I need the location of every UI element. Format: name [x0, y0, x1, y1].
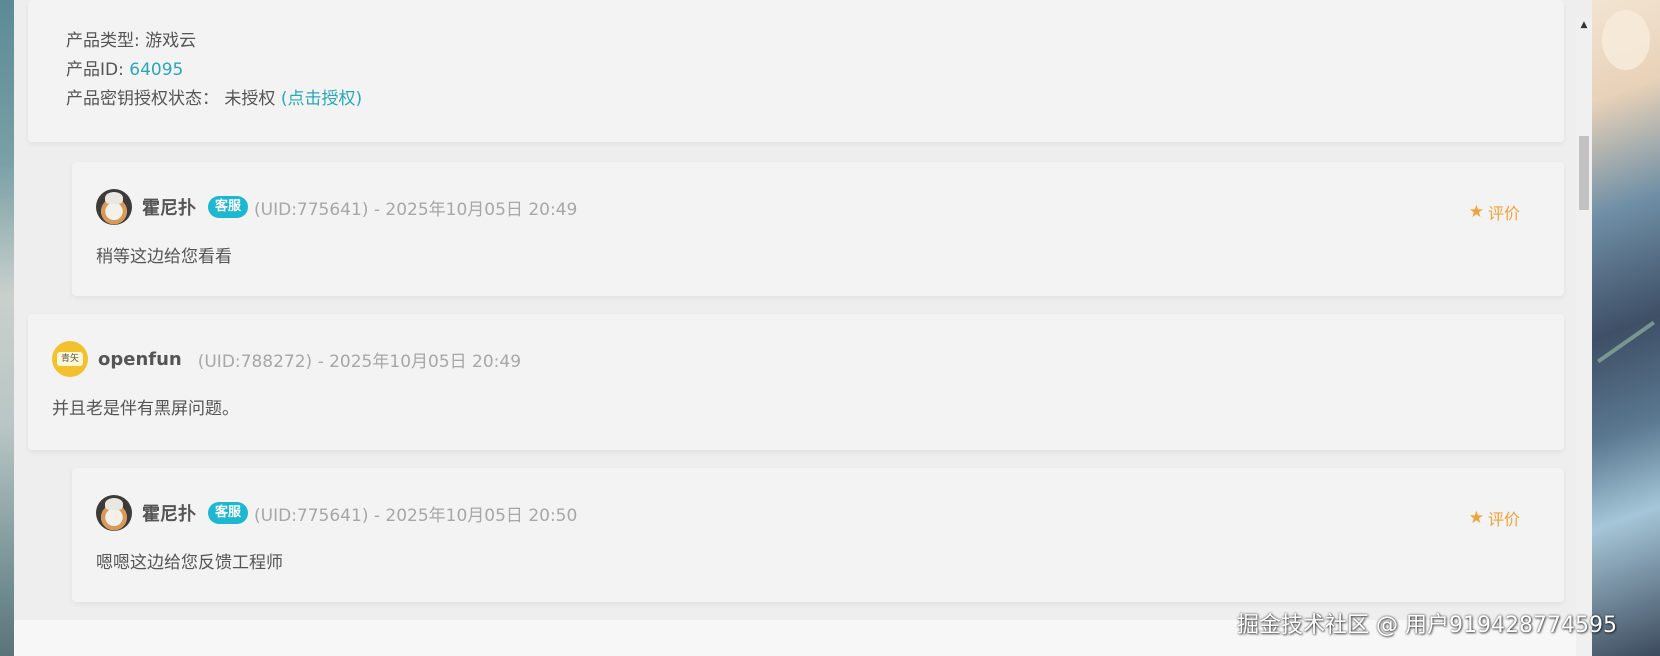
rate-label: 评价 [1487, 204, 1520, 223]
message-body: 嗯嗯这边给您反馈工程师 [96, 553, 283, 573]
user-message-card: 青矢 openfun (UID:788272) - 2025年10月05日 20… [28, 314, 1564, 450]
cat-avatar-icon [96, 495, 132, 531]
auth-status-label: 产品密钥授权状态： 未授权 [66, 89, 281, 109]
background-art-detail [1602, 10, 1650, 70]
message-meta: (UID:775641) - 2025年10月05日 20:50 [254, 505, 578, 526]
product-info-card: 产品类型: 游戏云 产品ID: 64095 产品密钥授权状态： 未授权 (点击授… [28, 0, 1564, 142]
username: 霍尼扑 [142, 504, 196, 525]
support-badge: 客服 [208, 196, 249, 218]
product-type: 产品类型: 游戏云 [66, 31, 197, 51]
username: openfun [98, 348, 182, 370]
authorize-link[interactable]: (点击授权) [281, 89, 362, 109]
star-icon: ★ [1468, 202, 1484, 222]
yellow-avatar-icon: 青矢 [52, 341, 88, 377]
product-id-link[interactable]: 64095 [129, 60, 183, 80]
message-body: 并且老是伴有黑屏问题。 [52, 399, 239, 419]
star-icon: ★ [1468, 508, 1484, 528]
ticket-page: 产品类型: 游戏云 产品ID: 64095 产品密钥授权状态： 未授权 (点击授… [14, 0, 1592, 656]
message-header: 霍尼扑 客服 (UID:775641) - 2025年10月05日 20:50 [96, 494, 577, 532]
message-meta: (UID:775641) - 2025年10月05日 20:49 [254, 199, 578, 220]
product-auth-status: 产品密钥授权状态： 未授权 (点击授权) [66, 84, 362, 109]
rate-label: 评价 [1487, 510, 1520, 529]
scroll-up-arrow-icon[interactable]: ▲ [1576, 17, 1592, 33]
support-badge: 客服 [208, 502, 249, 524]
avatar-label: 青矢 [57, 352, 83, 366]
username: 霍尼扑 [142, 198, 196, 219]
rate-button[interactable]: ★ 评价 [1469, 200, 1520, 224]
cat-avatar-icon [96, 189, 132, 225]
message-header: 霍尼扑 客服 (UID:775641) - 2025年10月05日 20:49 [96, 188, 577, 226]
rate-button[interactable]: ★ 评价 [1469, 506, 1520, 530]
support-reply-card: 霍尼扑 客服 (UID:775641) - 2025年10月05日 20:50 … [72, 468, 1564, 602]
background-art-left [0, 0, 14, 656]
message-body: 稍等这边给您看看 [96, 247, 232, 267]
background-art-detail [1597, 320, 1655, 364]
product-id-label: 产品ID: [66, 60, 130, 80]
message-meta: (UID:788272) - 2025年10月05日 20:49 [197, 351, 522, 372]
message-header: 青矢 openfun (UID:788272) - 2025年10月05日 20… [52, 340, 521, 378]
product-id: 产品ID: 64095 [66, 55, 183, 80]
vertical-scrollbar[interactable] [1576, 17, 1592, 656]
scrollbar-thumb[interactable] [1579, 136, 1589, 210]
watermark-text: 掘金技术社区 @ 用户919428774595 [1237, 613, 1617, 638]
background-art-right [1592, 0, 1660, 656]
support-reply-card: 霍尼扑 客服 (UID:775641) - 2025年10月05日 20:49 … [72, 162, 1564, 296]
